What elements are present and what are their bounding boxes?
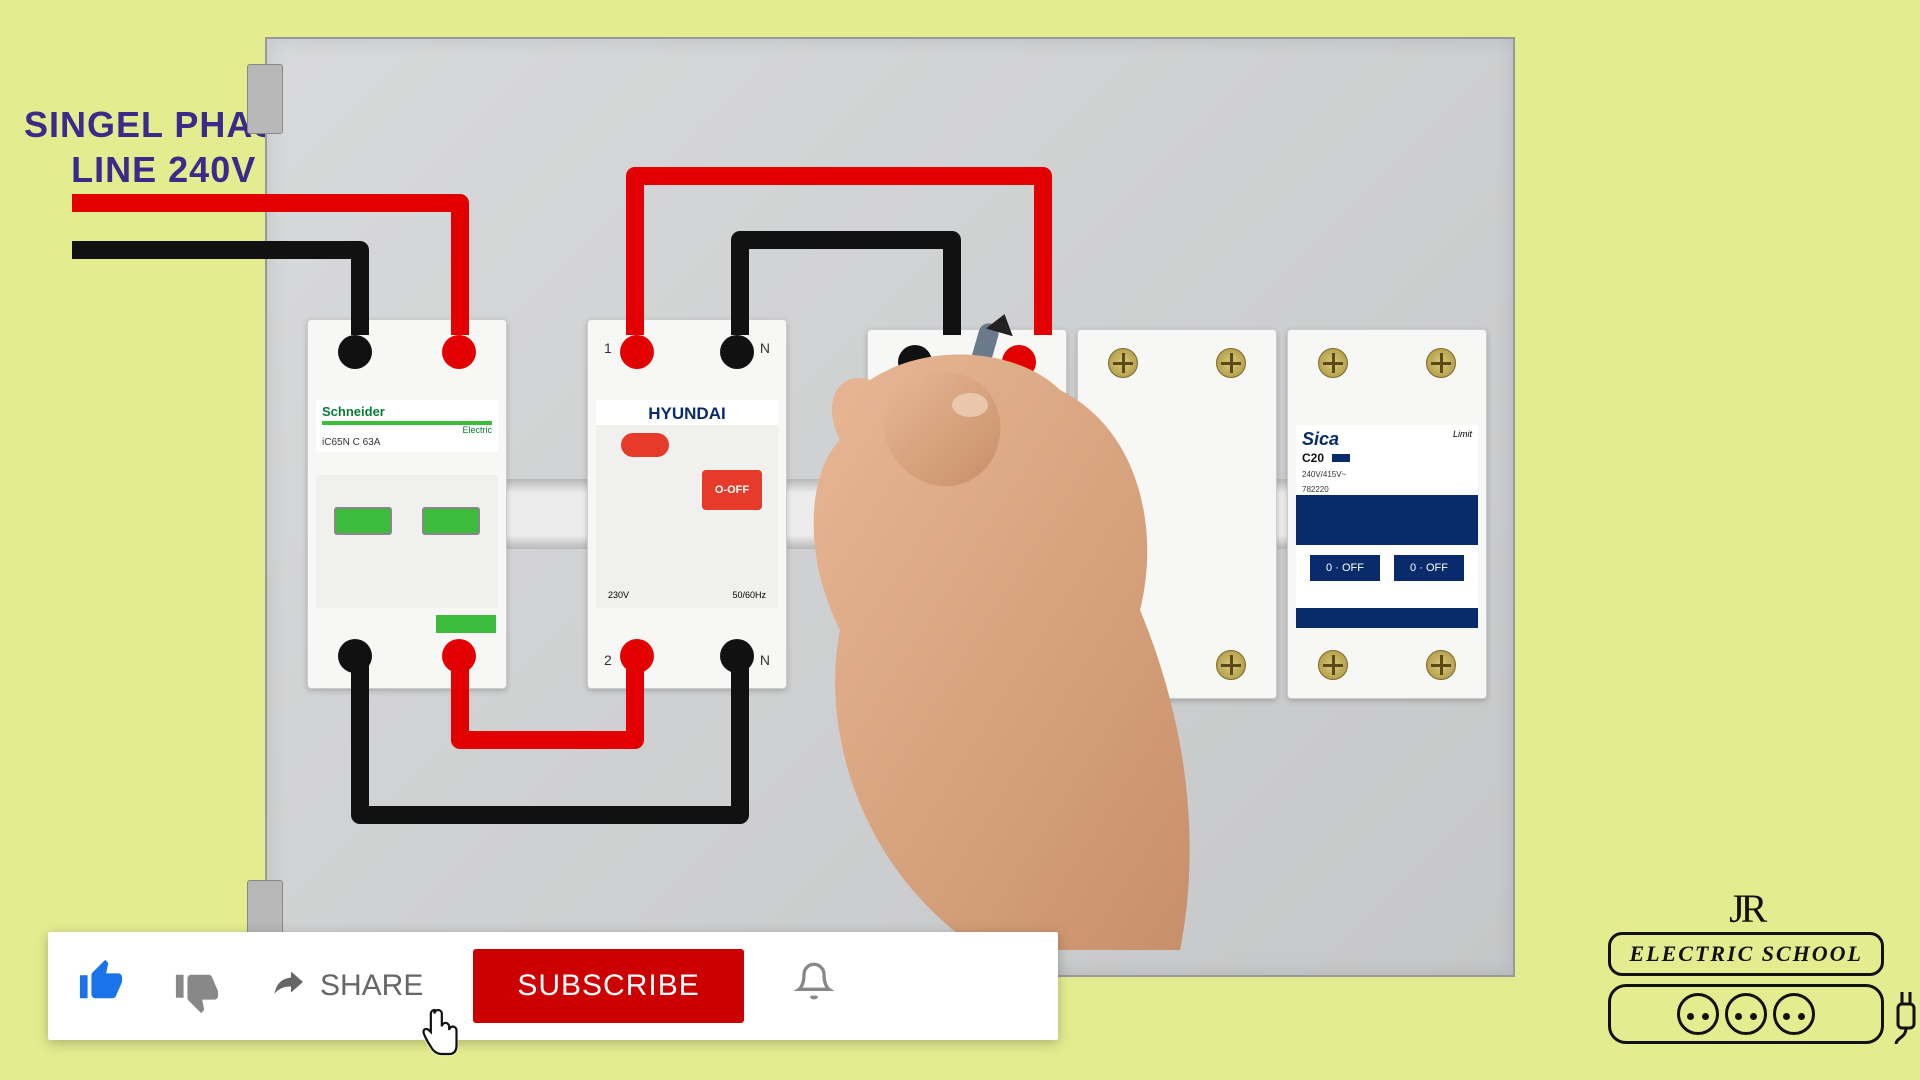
spec-2: 782220 bbox=[1302, 485, 1329, 494]
plug-icon bbox=[1888, 984, 1920, 1044]
toggle-switch bbox=[334, 507, 392, 535]
screw-terminal bbox=[898, 650, 928, 680]
terminal-top-1 bbox=[620, 335, 654, 369]
voltage-label: 230V bbox=[608, 590, 629, 600]
model-label: C20 bbox=[1302, 451, 1324, 465]
screw-terminal bbox=[1108, 348, 1138, 378]
terminal-top-right bbox=[442, 335, 476, 369]
terminal-top-right bbox=[1002, 345, 1036, 379]
terminal-top-left bbox=[338, 335, 372, 369]
terminal-n-bot-label: N bbox=[760, 652, 770, 668]
toggle-area bbox=[316, 475, 498, 608]
toggle-area: O-OFF 230V 50/60Hz bbox=[596, 425, 778, 608]
freq-label: 50/60Hz bbox=[732, 590, 766, 600]
brand-name: Schneider bbox=[322, 404, 385, 419]
notification-bell-icon[interactable] bbox=[794, 961, 834, 1011]
toggle-switch bbox=[422, 507, 480, 535]
like-button[interactable] bbox=[78, 958, 124, 1015]
screw-terminal bbox=[1006, 650, 1036, 680]
dislike-button[interactable] bbox=[174, 958, 220, 1015]
off-switch: O-OFF bbox=[702, 470, 762, 510]
socket-icon bbox=[1725, 993, 1767, 1035]
terminal-bot-right bbox=[442, 639, 476, 673]
panel-hinge bbox=[247, 64, 283, 134]
off-switch: 0 · OFF bbox=[1310, 555, 1380, 581]
screw-terminal bbox=[1108, 650, 1138, 680]
terminal-2-label: 2 bbox=[604, 652, 612, 668]
terminal-1-label: 1 bbox=[604, 340, 612, 356]
brand-sub: Electric bbox=[322, 425, 492, 435]
terminal-bot-2 bbox=[620, 639, 654, 673]
subscribe-label: SUBSCRIBE bbox=[517, 969, 699, 1002]
model-label: iC65N C 63A bbox=[322, 437, 492, 448]
screw-terminal bbox=[1426, 348, 1456, 378]
socket-icon bbox=[1677, 993, 1719, 1035]
share-button[interactable]: SHARE bbox=[270, 964, 423, 1009]
mcb-schneider: Schneider Electric iC65N C 63A bbox=[307, 319, 507, 689]
terminal-bot-left bbox=[338, 639, 372, 673]
terminal-n-label: N bbox=[760, 340, 770, 356]
brand-name: Sica bbox=[1302, 429, 1339, 449]
logo-sockets bbox=[1608, 984, 1884, 1044]
terminal-top-n bbox=[720, 335, 754, 369]
mcb-sica: Sica Limit C20 240V/415V~ 782220 IEC 608… bbox=[1287, 329, 1487, 699]
schneider-tag bbox=[436, 615, 496, 633]
subscribe-button[interactable]: SUBSCRIBE bbox=[473, 949, 743, 1023]
channel-logo: JR ELECTRIC SCHOOL bbox=[1608, 885, 1884, 1044]
off-switch: 0 · OFF bbox=[1394, 555, 1464, 581]
distribution-panel: Schneider Electric iC65N C 63A 1 N HYUND… bbox=[265, 37, 1515, 977]
cursor-icon bbox=[418, 1006, 462, 1068]
brand-label: Schneider Electric iC65N C 63A bbox=[316, 400, 498, 452]
toggle-area: 0 · OFF 0 · OFF bbox=[1296, 495, 1478, 628]
screw-terminal bbox=[1216, 650, 1246, 680]
screw-terminal bbox=[1318, 348, 1348, 378]
logo-text: ELECTRIC SCHOOL bbox=[1608, 932, 1884, 976]
share-icon bbox=[270, 964, 306, 1009]
screw-terminal bbox=[1216, 348, 1246, 378]
brand-name: HYUNDAI bbox=[648, 404, 725, 423]
limit-label: Limit bbox=[1453, 429, 1472, 439]
logo-monogram: JR bbox=[1608, 885, 1884, 932]
mcb-4 bbox=[1077, 329, 1277, 699]
test-button bbox=[621, 433, 669, 457]
terminal-top-left bbox=[898, 345, 932, 379]
mcb-3 bbox=[867, 329, 1067, 699]
screw-terminal bbox=[1318, 650, 1348, 680]
video-action-bar: SHARE SUBSCRIBE bbox=[48, 932, 1058, 1040]
share-label: SHARE bbox=[320, 969, 423, 1003]
spec-1: 240V/415V~ bbox=[1302, 470, 1346, 479]
screw-terminal bbox=[1426, 650, 1456, 680]
socket-icon bbox=[1773, 993, 1815, 1035]
title-line-2: LINE 240V bbox=[71, 149, 256, 190]
terminal-bot-n bbox=[720, 639, 754, 673]
rccb-hyundai: 1 N HYUNDAI HIRC63 40A CE Test monthly A… bbox=[587, 319, 787, 689]
